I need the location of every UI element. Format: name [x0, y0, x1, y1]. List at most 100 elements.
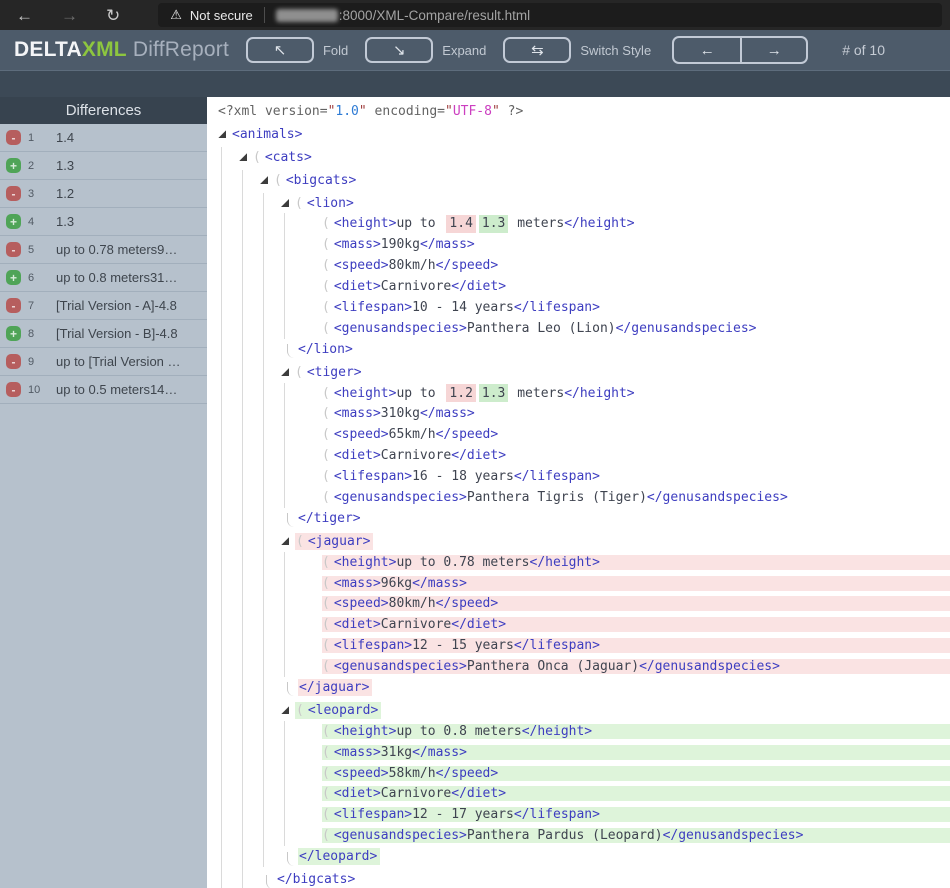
leaf-line-fill: (<mass> 31kg </mass>: [322, 744, 950, 760]
close-tag: </mass>: [412, 744, 467, 760]
open-tag-line: (<cats>: [239, 147, 950, 168]
leaf-bracket-icon: (: [322, 575, 330, 591]
close-tag-wrap: </tiger>: [298, 511, 361, 526]
open-tag: <speed>: [333, 258, 389, 274]
brand-product: DiffReport: [132, 38, 229, 61]
fold-hook-icon: [287, 513, 294, 528]
leaf-bracket-icon: (: [322, 765, 330, 781]
xml-element-jaguar: (<jaguar>(<height> up to 0.78 meters </hei…: [281, 531, 950, 698]
diff-list-item[interactable]: -3 1.2: [0, 180, 207, 208]
diff-list-item[interactable]: -10 up to 0.5 meters14…: [0, 376, 207, 404]
xml-element-bigcats: (<bigcats>(<lion>(<height> up to 1.4 1.3 m…: [260, 170, 950, 888]
close-tag: </height>: [564, 216, 635, 232]
xml-leaf-speed: (<speed> 58km/h </speed>: [302, 763, 950, 784]
address-bar[interactable]: ⚠ Not secure :8000/XML-Compare/result.ht…: [158, 3, 942, 27]
open-tag-line: (<bigcats>: [260, 170, 950, 191]
close-tag: </mass>: [412, 575, 467, 591]
text-content: 10 - 14 years: [412, 299, 514, 315]
previous-diff-button[interactable]: ←: [674, 38, 740, 62]
xml-leaf-height: (<height> up to 0.78 meters </height>: [302, 552, 950, 573]
collapse-toggle-icon[interactable]: [281, 537, 289, 546]
added-text: 1.3: [478, 384, 509, 403]
fold-button[interactable]: ↖: [245, 37, 314, 63]
close-tag: </speed>: [435, 258, 499, 274]
xml-leaf-height: (<height> up to 0.8 meters </height>: [302, 721, 950, 742]
diff-index: 4: [28, 215, 35, 228]
next-arrow-icon: →: [766, 41, 782, 59]
diff-index: 8: [28, 327, 35, 340]
fold-arrow-icon: ↖: [273, 42, 287, 59]
leaf-bracket-icon: (: [322, 299, 330, 315]
diff-text: up to 0.8 meters31…: [56, 270, 178, 285]
leaf-line-fill: (<genusandspecies> Panthera Onca (Jaguar)…: [322, 659, 950, 675]
brand-logo: DELTAXML DiffReport: [14, 38, 229, 62]
expand-label: Expand: [442, 42, 487, 58]
diff-list-item[interactable]: -1 1.4: [0, 124, 207, 152]
diff-index: 9: [28, 355, 35, 368]
leaf-bracket-icon: (: [322, 448, 330, 464]
xml-element-cats: (<cats>(<bigcats>(<lion>(<height> up to 1…: [239, 147, 950, 888]
element-bracket-icon: (: [274, 172, 282, 188]
leaf-line-fill: (<height> up to 0.78 meters </height>: [322, 554, 950, 570]
leaf-line-fill: (<speed> 58km/h </speed>: [322, 765, 950, 781]
close-tag: </genusandspecies>: [662, 828, 804, 844]
collapse-toggle-icon[interactable]: [281, 368, 289, 377]
removed-badge-icon: -: [6, 382, 21, 397]
open-tag: <speed>: [333, 765, 389, 781]
browser-chrome: ← → ↻ ⚠ Not secure :8000/XML-Compare/res…: [0, 0, 950, 30]
collapse-toggle-icon[interactable]: [218, 130, 226, 139]
added-badge-icon: +: [6, 270, 21, 285]
quote: ": [491, 103, 500, 119]
text-content: up to: [396, 385, 444, 401]
removed-text: 1.2: [446, 384, 476, 403]
reload-icon[interactable]: ↻: [106, 7, 120, 24]
text-content: 58km/h: [388, 765, 436, 781]
xml-leaf-genusandspecies: (<genusandspecies> Panthera Pardus (Leopa…: [302, 825, 950, 846]
leaf-line-fill: (<genusandspecies> Panthera Tigris (Tiger…: [322, 490, 950, 505]
fold-hook-icon: [266, 874, 273, 888]
diff-list-item[interactable]: -5 up to 0.78 meters9…: [0, 236, 207, 264]
added-badge-icon: +: [6, 326, 21, 341]
collapse-toggle-icon[interactable]: [239, 153, 247, 162]
next-diff-button[interactable]: →: [740, 38, 806, 62]
open-tag-wrap: (<leopard>: [295, 701, 382, 719]
collapse-toggle-icon[interactable]: [281, 706, 289, 715]
element-bracket-icon: (: [295, 364, 303, 380]
diff-list-item[interactable]: +6 up to 0.8 meters31…: [0, 264, 207, 292]
element-children: (<lion>(<height> up to 1.4 1.3 meters </hei…: [263, 192, 950, 868]
diff-text: up to [Trial Version …: [56, 354, 181, 369]
declaration-open: <?xml version=: [218, 103, 328, 119]
switch-style-label: Switch Style: [580, 42, 652, 58]
leaf-line-fill: (<speed> 65km/h </speed>: [322, 427, 950, 442]
url-text: :8000/XML-Compare/result.html: [338, 7, 531, 23]
diff-list-item[interactable]: +4 1.3: [0, 208, 207, 236]
diff-list-item[interactable]: +2 1.3: [0, 152, 207, 180]
back-icon[interactable]: ←: [16, 7, 33, 24]
removed-badge-icon: -: [6, 186, 21, 201]
collapse-toggle-icon[interactable]: [260, 176, 268, 185]
diff-list-item[interactable]: -7 [Trial Version - A]-4.8: [0, 292, 207, 320]
close-tag-line: </bigcats>: [260, 869, 950, 888]
open-tag: <height>: [333, 723, 397, 739]
switch-style-button[interactable]: ⇆: [503, 37, 572, 63]
xml-leaf-diet: (<diet> Carnivore </diet>: [302, 445, 950, 466]
collapse-toggle-icon[interactable]: [281, 199, 289, 207]
leaf-line-fill: (<mass> 310kg </mass>: [322, 406, 950, 421]
xml-leaf-lifespan: (<lifespan> 16 - 18 years </lifespan>: [302, 466, 950, 487]
element-children: (<height> up to 0.8 meters </height> (<mass…: [284, 720, 950, 847]
xml-leaf-speed: (<speed> 80km/h </speed>: [302, 593, 950, 614]
quote: ": [358, 103, 367, 119]
diff-text: [Trial Version - B]-4.8: [56, 326, 178, 341]
differences-sidebar: Differences -1 1.4 +2 1.3-3 1.2 +4 1.3-5 up to …: [0, 97, 207, 888]
diff-list-item[interactable]: +8 [Trial Version - B]-4.8: [0, 320, 207, 348]
element-bracket-icon: (: [296, 702, 304, 718]
expand-button[interactable]: ↘: [365, 37, 434, 63]
leaf-line-fill: (<lifespan> 16 - 18 years </lifespan>: [322, 469, 950, 484]
close-tag: </lifespan>: [513, 469, 600, 485]
leaf-bracket-icon: (: [322, 596, 330, 612]
diff-index: 7: [28, 299, 35, 312]
diff-list-item[interactable]: -9 up to [Trial Version …: [0, 348, 207, 376]
forward-icon[interactable]: →: [61, 7, 78, 24]
text-content: 80km/h: [388, 258, 436, 274]
xml-leaf-mass: (<mass> 31kg </mass>: [302, 742, 950, 763]
